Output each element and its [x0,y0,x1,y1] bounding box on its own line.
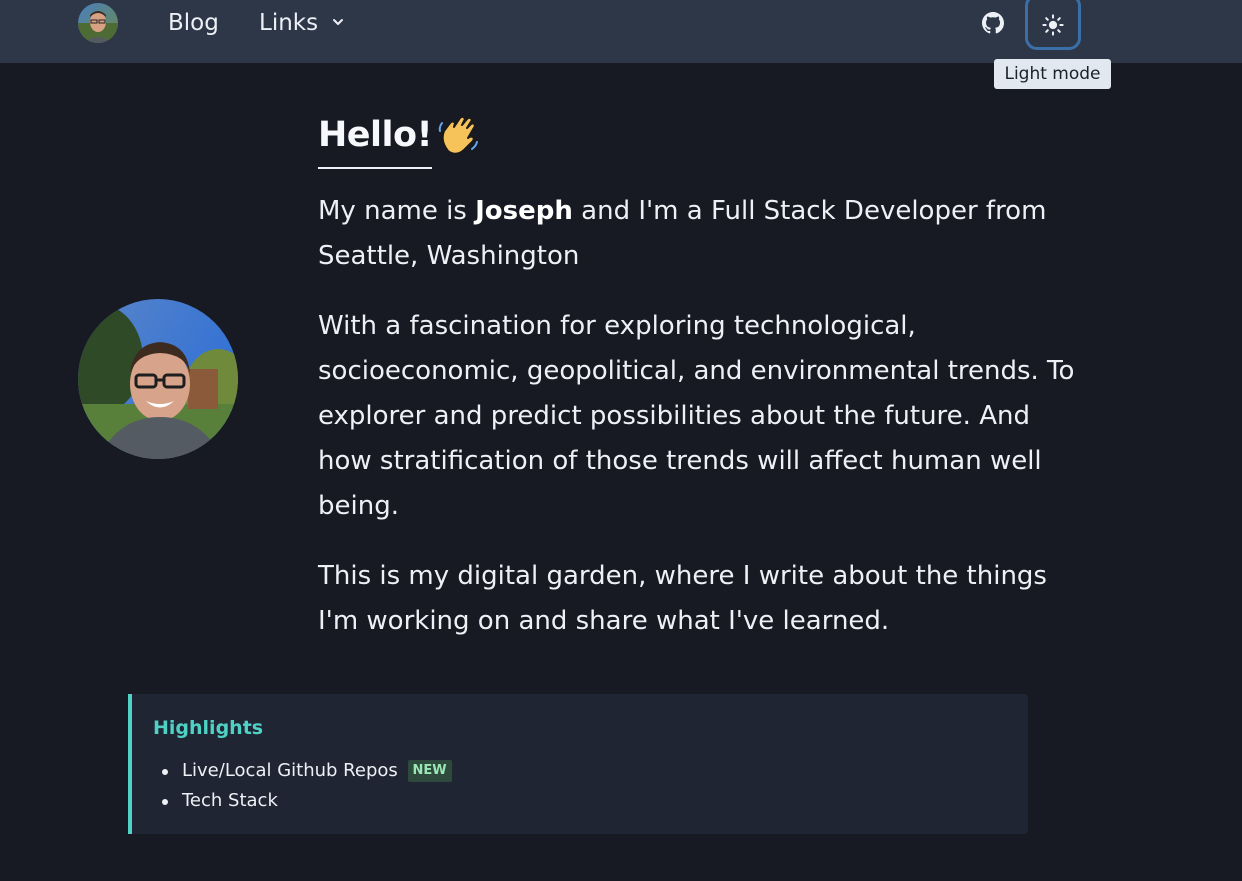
nav-links-menu[interactable]: Links [259,8,345,38]
top-navbar: Blog Links [0,0,1242,63]
nav-avatar[interactable] [78,3,118,43]
highlight-item-label: Live/Local Github Repos [182,760,398,781]
github-icon [982,12,1004,34]
sun-icon [1042,14,1064,36]
theme-tooltip: Light mode [994,59,1111,89]
highlights-list: Live/Local Github Repos NEW Tech Stack [153,756,452,816]
highlight-item-github-repos[interactable]: Live/Local Github Repos NEW [153,756,452,786]
nav-links-label: Links [259,10,319,36]
page-heading: Hello! [318,112,478,170]
intro-paragraph-interests: With a fascination for exploring technol… [318,311,1075,521]
new-badge: NEW [407,760,452,782]
theme-toggle-button[interactable] [1025,0,1081,50]
highlight-item-label: Tech Stack [182,790,278,811]
heading-text: Hello! [318,112,433,169]
highlights-callout: Highlights Live/Local Github Repos NEW T… [128,694,1028,834]
intro-name: Joseph [475,196,573,226]
highlights-title: Highlights [153,717,264,739]
chevron-down-icon [333,18,344,25]
nav-blog-link[interactable]: Blog [168,8,219,38]
intro-paragraph-name: My name is Joseph and I'm a Full Stack D… [318,189,1088,279]
github-button[interactable] [979,8,1007,38]
waving-hand-icon [438,115,478,155]
intro-paragraph-garden: This is my digital garden, where I write… [318,561,1047,636]
highlight-item-tech-stack[interactable]: Tech Stack [153,786,452,816]
intro-prefix: My name is [318,196,476,226]
nav-blog-label: Blog [168,10,219,36]
profile-photo [78,299,238,459]
